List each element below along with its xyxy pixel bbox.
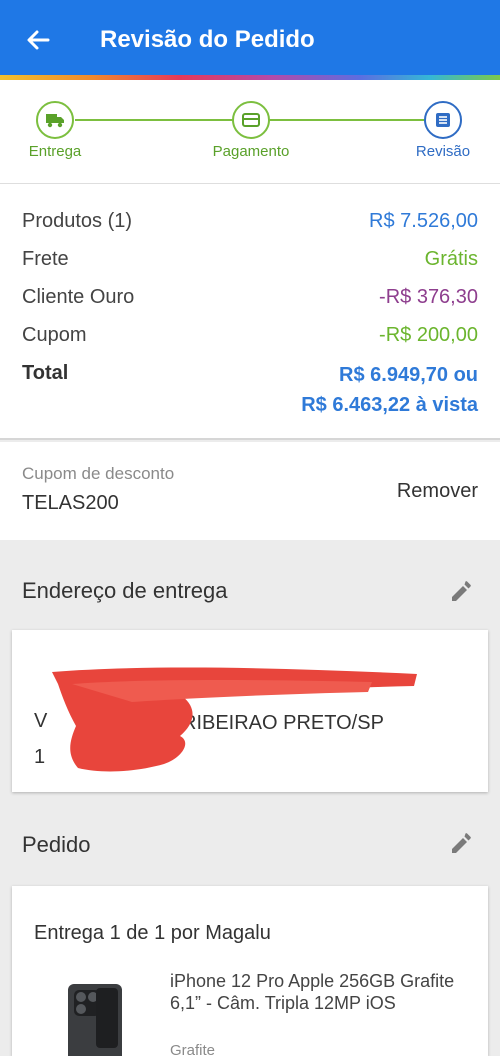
shipping-label: Frete [22,248,69,270]
step-label-revisao: Revisão [415,143,471,160]
edit-address-icon[interactable] [446,576,476,606]
arrow-left-icon [27,30,50,50]
order-summary: Produtos (1) R$ 7.526,00 Frete Grátis Cl… [0,184,500,440]
order-section-title: Pedido [22,832,91,857]
address-section-title: Endereço de entrega [22,578,228,603]
step-connector [269,119,425,121]
coupon-discount-value: -R$ 200,00 [379,324,478,346]
step-label-entrega: Entrega [28,143,82,160]
order-card: Entrega 1 de 1 por Magalu iPhone 12 Pro … [12,886,488,1056]
total-value-cash: R$ 6.463,22 à vista [301,394,478,416]
gold-label: Cliente Ouro [22,286,135,308]
remove-coupon-button[interactable]: Remover [397,480,478,503]
step-connector [75,119,233,121]
product-name[interactable]: iPhone 12 Pro Apple 256GB Grafite 6,1” -… [170,970,470,1014]
product-image[interactable] [60,982,130,1056]
edit-order-icon[interactable] [446,828,476,858]
products-value: R$ 7.526,00 [369,210,478,232]
truck-icon [46,114,64,128]
page-title: Revisão do Pedido [100,26,315,53]
total-value-installments: R$ 6.949,70 ou [339,364,478,386]
redaction-scribble [52,667,417,772]
gold-value: -R$ 376,30 [379,286,478,308]
app-bar: Revisão do Pedido [0,0,500,80]
total-label: Total [22,362,69,384]
products-label: Produtos (1) [22,210,133,232]
step-entrega[interactable] [36,101,74,139]
coupon-discount-label: Cupom [22,324,87,346]
coupon-caption: Cupom de desconto [22,464,175,483]
summary-row-total: Total R$ 6.949,70 ou R$ 6.463,22 à vista [22,360,478,424]
step-pagamento[interactable] [232,101,270,139]
credit-card-icon [242,113,260,127]
shipping-value: Grátis [424,248,478,270]
address-card[interactable]: V RIBEIRAO PRETO/SP 1 [12,630,488,792]
coupon-code: TELAS200 [22,492,119,514]
list-icon [436,113,450,127]
product-color: Grafite [170,1042,216,1056]
delivery-title: Entrega 1 de 1 por Magalu [34,922,271,944]
step-label-pagamento: Pagamento [212,143,290,160]
step-revisao[interactable] [424,101,462,139]
coupon-section: Cupom de desconto TELAS200 Remover [0,442,500,540]
checkout-stepper: Entrega Pagamento Revisão [0,80,500,184]
back-button[interactable] [22,24,54,56]
